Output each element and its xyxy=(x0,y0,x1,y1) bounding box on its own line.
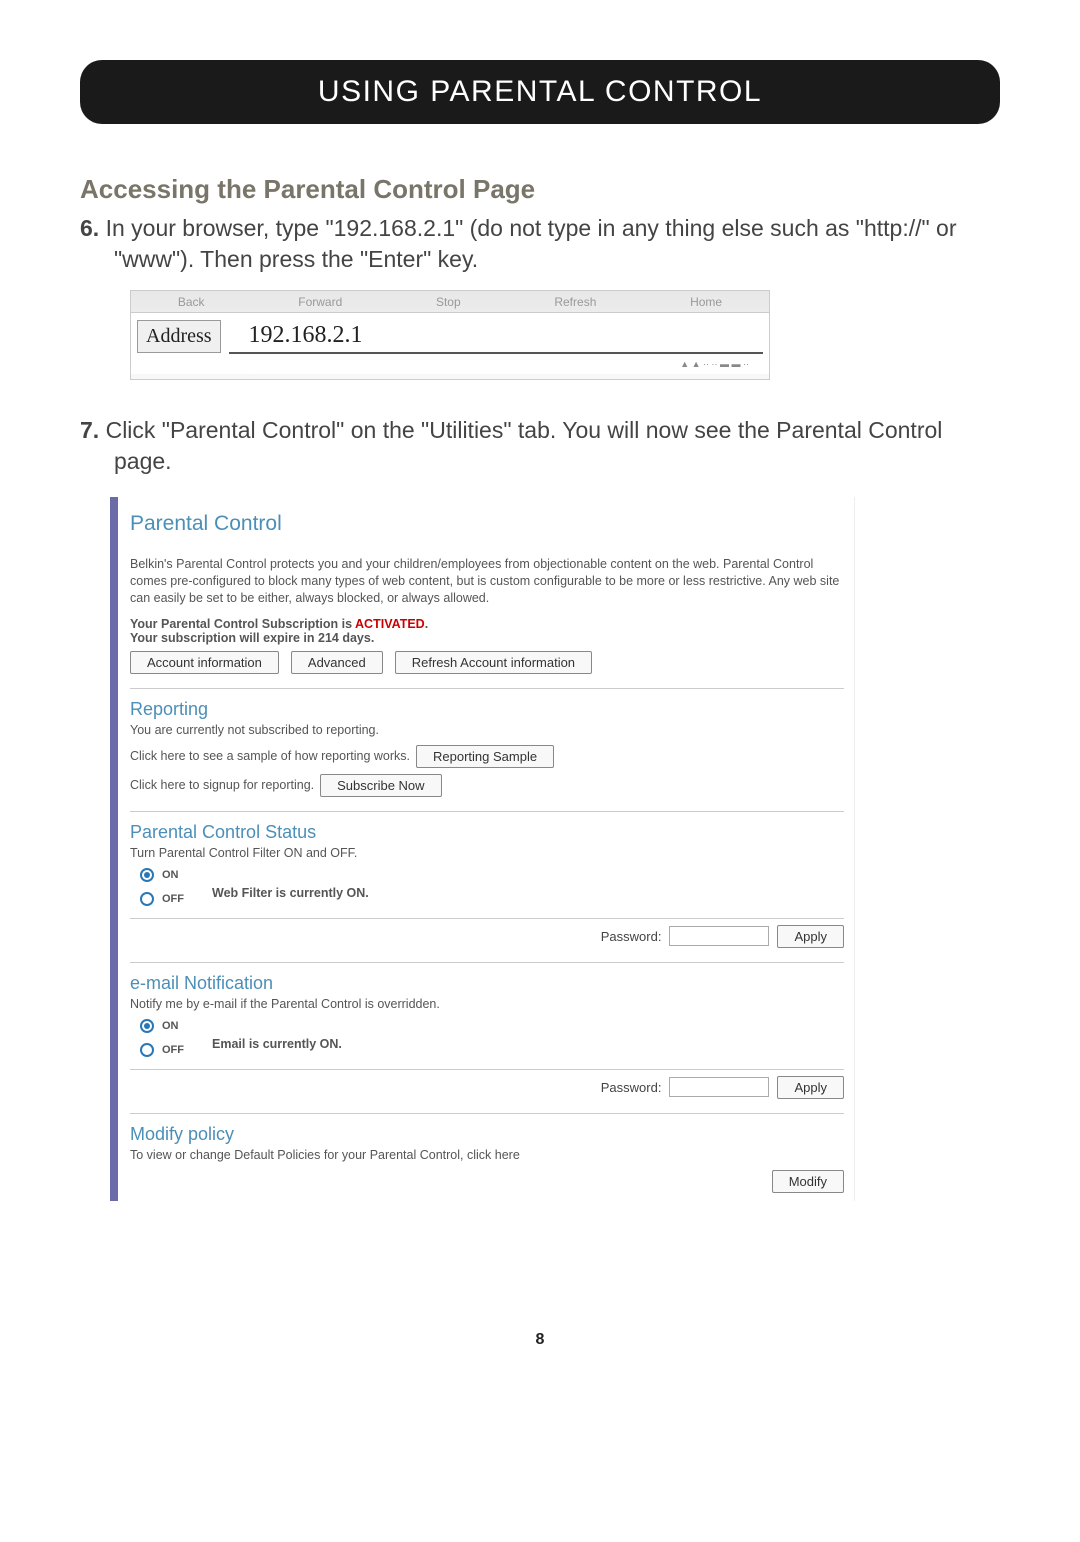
step-6-text: In your browser, type "192.168.2.1" (do … xyxy=(106,215,957,272)
subscription-status-line2: Your subscription will expire in 214 day… xyxy=(130,631,844,645)
panel-title: Parental Control xyxy=(130,512,844,536)
reporting-signup-text: Click here to signup for reporting. xyxy=(130,778,314,792)
page-title: USING PARENTAL CONTROL xyxy=(95,75,985,109)
modify-title: Modify policy xyxy=(130,1124,844,1145)
toolbar-forward: Forward xyxy=(298,295,342,309)
step-7-num: 7. xyxy=(80,417,99,443)
status-off-radio[interactable] xyxy=(140,892,154,906)
address-value: 192.168.2.1 xyxy=(229,319,763,354)
refresh-account-button[interactable]: Refresh Account information xyxy=(395,651,592,674)
toolbar-back: Back xyxy=(178,295,205,309)
activated-text: ACTIVATED xyxy=(355,617,425,631)
reporting-sample-text: Click here to see a sample of how report… xyxy=(130,749,410,763)
status-password-input[interactable] xyxy=(669,926,769,946)
email-off-radio[interactable] xyxy=(140,1043,154,1057)
toolbar-refresh: Refresh xyxy=(554,295,596,309)
email-off-label: OFF xyxy=(162,1044,184,1056)
toolbar-stop: Stop xyxy=(436,295,461,309)
email-password-input[interactable] xyxy=(669,1077,769,1097)
toolbar-home: Home xyxy=(690,295,722,309)
status-off-label: OFF xyxy=(162,893,184,905)
reporting-sample-button[interactable]: Reporting Sample xyxy=(416,745,554,768)
browser-toolbar: Back Forward Stop Refresh Home xyxy=(131,291,769,313)
status-on-radio[interactable] xyxy=(140,868,154,882)
status-password-label: Password: xyxy=(601,929,662,944)
panel-description: Belkin's Parental Control protects you a… xyxy=(130,556,844,607)
status-on-label: ON xyxy=(162,869,179,881)
email-status: Email is currently ON. xyxy=(212,1019,342,1051)
email-subtext: Notify me by e-mail if the Parental Cont… xyxy=(130,997,844,1011)
reporting-subtext: You are currently not subscribed to repo… xyxy=(130,723,844,737)
status-title: Parental Control Status xyxy=(130,822,844,843)
step-6-num: 6. xyxy=(80,215,99,241)
email-title: e-mail Notification xyxy=(130,973,844,994)
address-label: Address xyxy=(137,320,221,353)
step-7-text: Click "Parental Control" on the "Utiliti… xyxy=(106,417,943,474)
modify-button[interactable]: Modify xyxy=(772,1170,844,1193)
email-apply-button[interactable]: Apply xyxy=(777,1076,844,1099)
step-6: 6. In your browser, type "192.168.2.1" (… xyxy=(80,213,1000,275)
advanced-button[interactable]: Advanced xyxy=(291,651,383,674)
status-apply-button[interactable]: Apply xyxy=(777,925,844,948)
step-7: 7. Click "Parental Control" on the "Util… xyxy=(80,415,1000,477)
page-number: 8 xyxy=(80,1331,1000,1349)
status-subtext: Turn Parental Control Filter ON and OFF. xyxy=(130,846,844,860)
web-filter-status: Web Filter is currently ON. xyxy=(212,868,369,900)
subscribe-now-button[interactable]: Subscribe Now xyxy=(320,774,441,797)
page-title-bar: USING PARENTAL CONTROL xyxy=(80,60,1000,124)
parental-control-page-screenshot: Parental Control Belkin's Parental Contr… xyxy=(110,497,855,1201)
subscription-status-line1: Your Parental Control Subscription is AC… xyxy=(130,617,844,631)
reporting-title: Reporting xyxy=(130,699,844,720)
email-on-radio[interactable] xyxy=(140,1019,154,1033)
email-on-label: ON xyxy=(162,1020,179,1032)
email-password-label: Password: xyxy=(601,1080,662,1095)
account-information-button[interactable]: Account information xyxy=(130,651,279,674)
modify-subtext: To view or change Default Policies for y… xyxy=(130,1148,844,1162)
section-heading: Accessing the Parental Control Page xyxy=(80,174,1000,205)
browser-address-bar-screenshot: Back Forward Stop Refresh Home Address 1… xyxy=(130,290,770,380)
